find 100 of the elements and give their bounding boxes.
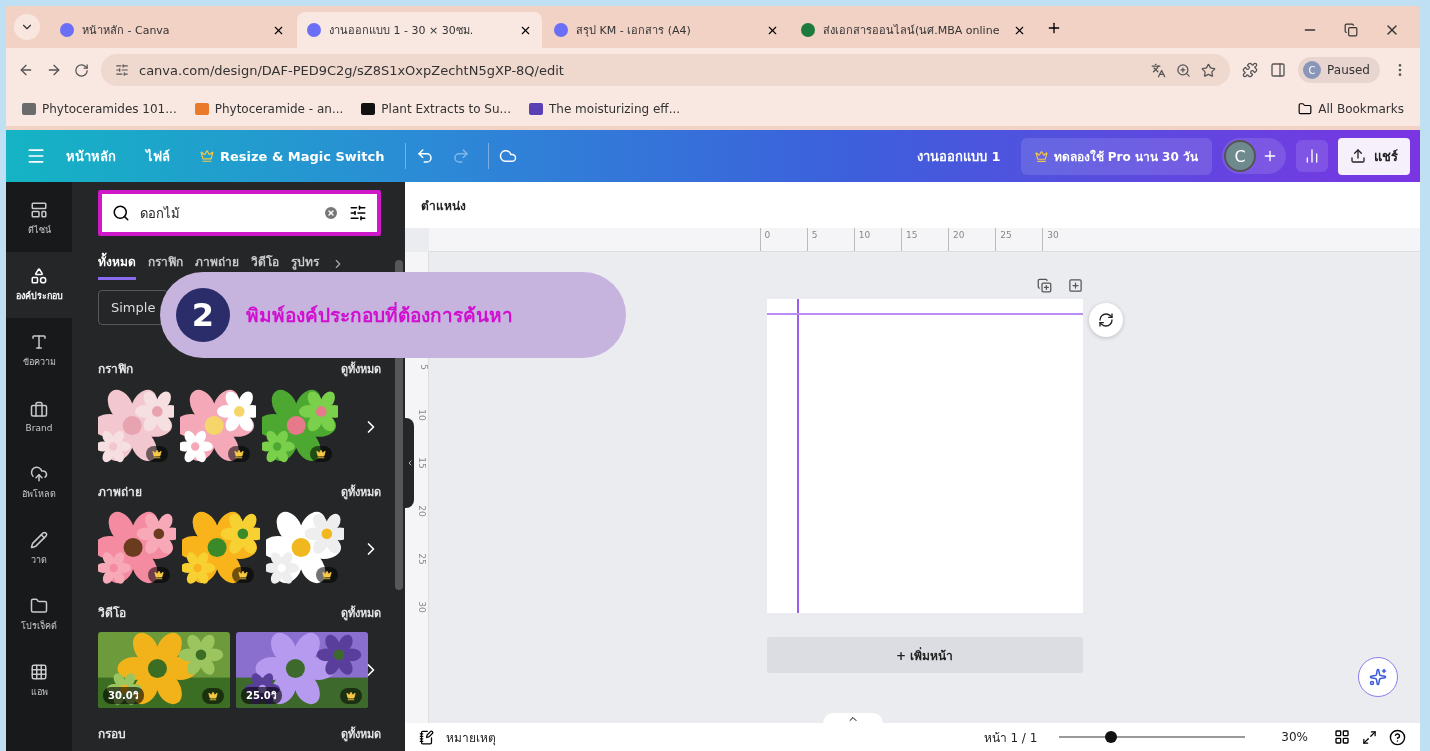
add-page-button[interactable]: + เพิ่มหน้า — [766, 637, 1083, 673]
star-icon[interactable] — [1201, 62, 1217, 78]
crown-icon — [232, 567, 254, 583]
crown-icon — [316, 567, 338, 583]
profile-button[interactable]: C Paused — [1298, 57, 1380, 83]
see-all-link[interactable]: ดูทั้งหมด — [341, 724, 381, 743]
duration-label: 30.0วิ — [103, 687, 144, 704]
position-label[interactable]: ตำแหน่ง — [421, 195, 466, 215]
collaborators-group[interactable]: C — [1222, 138, 1286, 174]
tab-title: สรุป KM - เอกสาร (A4) — [576, 23, 692, 39]
section-title: กราฟิก — [98, 361, 133, 378]
site-settings-icon[interactable] — [115, 63, 129, 77]
crown-icon — [228, 446, 250, 462]
rail-item[interactable]: วาด — [6, 516, 72, 582]
crown-icon — [1034, 149, 1048, 163]
notes-icon[interactable] — [419, 729, 434, 745]
add-page-icon[interactable] — [1067, 278, 1083, 293]
rail-item[interactable]: อัพโหลด — [6, 450, 72, 516]
ruler-number: 20 — [953, 230, 965, 240]
restore-icon[interactable] — [1344, 23, 1358, 37]
shapes-icon — [30, 267, 48, 285]
panel-tab[interactable]: กราฟิก — [148, 248, 183, 280]
crown-icon — [146, 446, 168, 462]
ruler-number: 15 — [905, 230, 918, 240]
duplicate-icon[interactable] — [1036, 278, 1052, 293]
browser-tab[interactable]: งานออกแบบ 1 - 30 × 30ซม. — [297, 12, 542, 48]
fullscreen-icon[interactable] — [1362, 729, 1377, 745]
bookmark-link[interactable]: The moisturizing eff... — [549, 102, 681, 116]
design-title[interactable]: งานออกแบบ 1 — [907, 139, 1011, 173]
pro-trial-button[interactable]: ทดลองใช้ Pro นาน 30 วัน — [1020, 137, 1212, 175]
folder-icon — [30, 597, 48, 615]
rail-item[interactable]: องค์ประกอบ — [6, 252, 72, 318]
site-icon — [554, 23, 568, 37]
bookmark-link[interactable]: Phytoceramides 101... — [42, 102, 177, 116]
avatar[interactable]: C — [1224, 140, 1256, 172]
bookmark-link[interactable]: Plant Extracts to Su... — [381, 102, 511, 116]
section-title: ภาพถ่าย — [98, 484, 142, 501]
see-all-link[interactable]: ดูทั้งหมด — [341, 359, 381, 378]
bookmark-link[interactable]: Phytoceramide - an... — [214, 102, 344, 116]
ruler-number: 25 — [1000, 230, 1012, 240]
ruler-number: 0 — [764, 230, 771, 240]
browser-tab[interactable]: สรุป KM - เอกสาร (A4) — [544, 12, 789, 48]
menu-icon[interactable] — [26, 146, 46, 166]
rail-item[interactable]: โปรเจ็คต์ — [6, 582, 72, 648]
folder-icon — [1298, 102, 1313, 116]
zoom-reading[interactable]: 30% — [1281, 730, 1308, 744]
rotate-button[interactable] — [1088, 303, 1123, 337]
rotate-icon — [1097, 312, 1114, 328]
cloud-upload-icon — [30, 465, 48, 483]
help-icon[interactable] — [1389, 728, 1406, 746]
see-all-link[interactable]: ดูทั้งหมด — [341, 603, 381, 622]
pencil-icon — [30, 531, 48, 549]
panel-tab[interactable]: รูปทร — [291, 248, 319, 280]
side-panel-icon[interactable] — [1270, 62, 1287, 78]
new-tab-icon[interactable] — [1046, 20, 1062, 36]
see-all-link[interactable]: ดูทั้งหมด — [341, 482, 381, 501]
rail-item[interactable]: Brand — [6, 384, 72, 450]
tab-title: ส่งเอกสารออนไลน์(นศ.MBA online — [823, 23, 1001, 39]
duration-label: 25.0วิ — [241, 687, 282, 704]
address-bar[interactable]: canva.com/design/DAF-PED9C2g/sZ8S1xOxpZechtN5gXP-8Q/edit — [101, 54, 1231, 86]
filter-icon[interactable] — [349, 204, 367, 222]
ruler-number: 10 — [858, 230, 871, 240]
panel-tab[interactable]: วิดีโอ — [251, 248, 279, 280]
all-bookmarks-link[interactable]: All Bookmarks — [1318, 102, 1404, 116]
browser-tab[interactable]: หน้าหลัก - Canva — [50, 12, 295, 48]
grid-view-icon[interactable] — [1334, 729, 1350, 745]
panel-tab[interactable]: ภาพถ่าย — [195, 248, 239, 280]
analytics-button[interactable] — [1296, 140, 1328, 172]
ruler-number: 30 — [416, 601, 427, 613]
notes-button[interactable]: หมายเหตุ — [446, 727, 496, 747]
ruler-number: 10 — [416, 409, 427, 421]
browser-tab[interactable]: ส่งเอกสารออนไลน์(นศ.MBA online — [791, 12, 1036, 48]
undo-icon[interactable] — [415, 147, 434, 165]
crown-icon — [200, 149, 214, 163]
tab-title: งานออกแบบ 1 - 30 × 30ซม. — [329, 23, 475, 39]
share-button[interactable]: แชร์ — [1338, 137, 1410, 175]
search-field[interactable]: ดอกไม้ — [98, 190, 381, 236]
forward-icon[interactable] — [46, 62, 62, 78]
collapse-handle[interactable] — [405, 418, 414, 508]
magic-button[interactable] — [1358, 657, 1398, 697]
ruler-number: 5 — [419, 364, 430, 370]
rail-item[interactable]: ข้อความ — [6, 318, 72, 384]
ruler-number: 5 — [811, 230, 818, 240]
crown-icon — [148, 567, 170, 583]
extensions-icon[interactable] — [1242, 62, 1259, 78]
translate-icon[interactable] — [1151, 62, 1167, 78]
bookmark-icon — [529, 103, 543, 115]
panel-tab[interactable]: ทั้งหมด — [98, 248, 136, 280]
layout-icon — [30, 201, 48, 219]
sparkles-icon — [1369, 668, 1387, 686]
rail-item[interactable]: ดีไซน์ — [6, 186, 72, 252]
back-icon[interactable] — [18, 62, 34, 78]
zoom-icon[interactable] — [1176, 62, 1192, 78]
add-icon[interactable] — [1262, 148, 1278, 164]
clear-icon[interactable] — [323, 205, 339, 221]
section-title: กรอบ — [98, 726, 126, 743]
rail-item[interactable]: แอพ — [6, 648, 72, 714]
page-indicator[interactable]: หน้า 1 / 1 — [983, 727, 1038, 747]
cloud-icon[interactable] — [498, 147, 517, 165]
reload-icon[interactable] — [74, 62, 89, 78]
